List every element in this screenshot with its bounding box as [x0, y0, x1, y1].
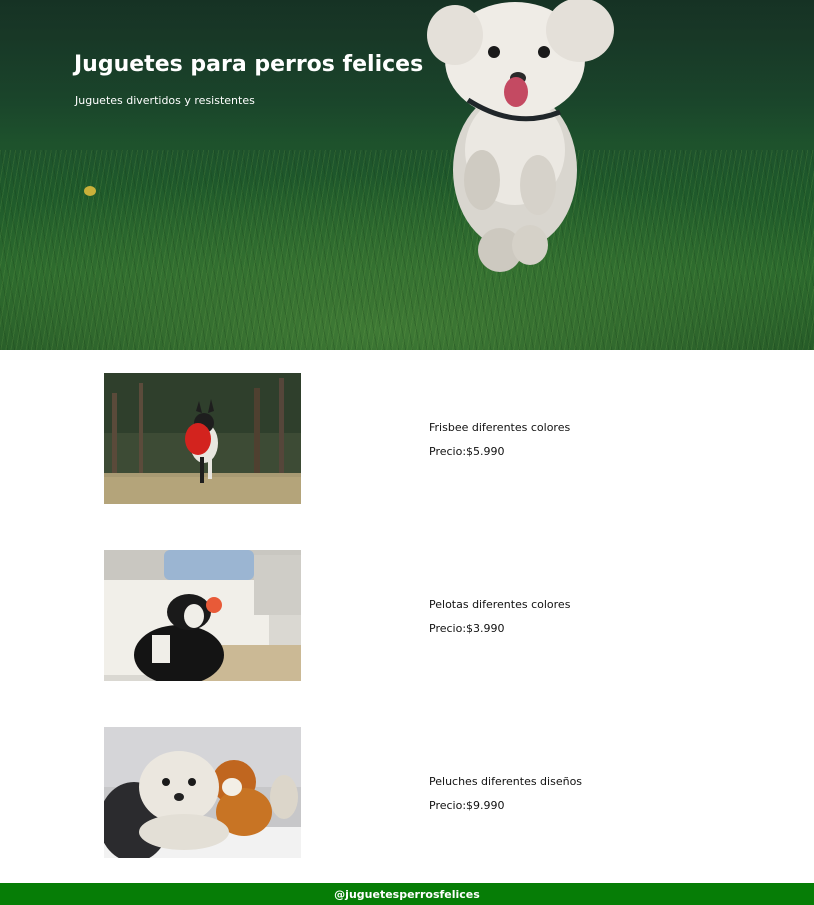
hero-banner: Juguetes para perros felices Juguetes di… [0, 0, 814, 350]
price-value: $3.990 [466, 622, 505, 635]
product-price: Precio:$3.990 [429, 622, 570, 635]
product-price: Precio:$5.990 [429, 445, 570, 458]
product-image-plush [104, 727, 301, 858]
product-card-frisbee: Frisbee diferentes colores Precio:$5.990 [104, 373, 704, 504]
hero-dog-image [427, 0, 614, 272]
page-title: Juguetes para perros felices [74, 52, 424, 77]
product-name: Frisbee diferentes colores [429, 421, 571, 434]
product-image-ball [104, 550, 301, 681]
product-card-plush: Peluches diferentes diseños Precio:$9.99… [104, 727, 704, 858]
footer: @juguetesperrosfelices [0, 883, 814, 905]
product-info-plush: Peluches diferentes diseños Precio:$9.99… [429, 775, 582, 812]
product-info-frisbee: Frisbee diferentes colores Precio:$5.990 [429, 421, 570, 458]
footer-social-handle[interactable]: @juguetesperrosfelices [334, 888, 480, 901]
page-subtitle: Juguetes divertidos y resistentes [75, 94, 255, 107]
hero-grass-texture [0, 150, 814, 350]
price-label: Precio: [429, 799, 467, 812]
price-value: $9.990 [466, 799, 505, 812]
product-info-ball: Pelotas diferentes colores Precio:$3.990 [429, 598, 570, 635]
price-label: Precio: [429, 445, 467, 458]
product-name: Pelotas diferentes colores [429, 598, 571, 611]
price-value: $5.990 [466, 445, 505, 458]
price-label: Precio: [429, 622, 467, 635]
yellow-flower [84, 186, 96, 196]
product-card-ball: Pelotas diferentes colores Precio:$3.990 [104, 550, 704, 681]
product-price: Precio:$9.990 [429, 799, 582, 812]
product-image-frisbee [104, 373, 301, 504]
product-name: Peluches diferentes diseños [429, 775, 583, 788]
